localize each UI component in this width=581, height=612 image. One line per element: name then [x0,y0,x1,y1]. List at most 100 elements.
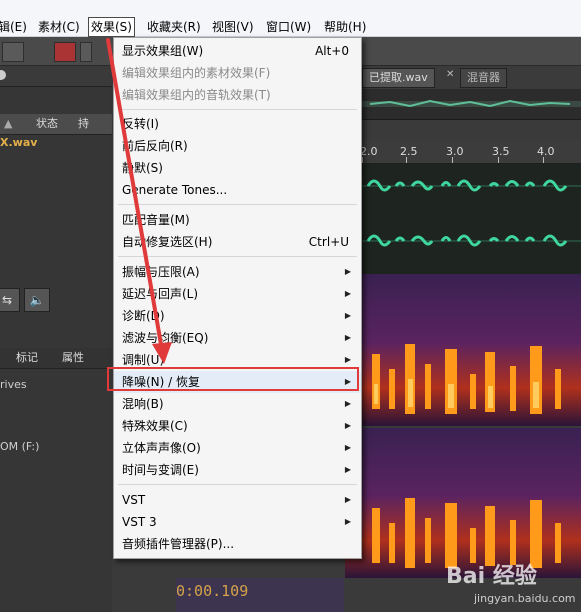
submenu-arrow-icon: ▶ [344,443,351,452]
file-item[interactable]: X.wav [0,136,37,149]
menu-item-auto-heal[interactable]: 自动修复选区(H) Ctrl+U [114,231,361,253]
submenu-arrow-icon: ▶ [344,517,351,526]
insert-icon[interactable]: ⇆ [0,288,20,312]
menu-item-label: 反转(I) [122,117,159,131]
menu-item-label: 振幅与压限(A) [122,265,200,279]
waveform-right-svg [360,234,581,247]
editor-tabbar: 已提取.wav ✕ 混音器 [360,66,581,88]
spectral-view-right[interactable] [345,428,581,578]
speaker-icon[interactable]: 🔈 [24,288,50,312]
menu-item-edit-clip-effects: 编辑效果组内的素材效果(F) [114,62,361,84]
menu-window[interactable]: 窗口(W) [266,18,311,36]
menu-item-label: Generate Tones... [122,183,228,197]
menu-item-label: 自动修复选区(H) [122,235,213,249]
menu-item-reverse[interactable]: 前后反向(R) [114,135,361,157]
ruler-label: 3.0 [446,145,464,158]
menu-item-diagnostics[interactable]: 诊断(D) ▶ [114,305,361,327]
menu-item-silence[interactable]: 静默(S) [114,157,361,179]
ruler-label: 2.5 [400,145,418,158]
menu-edit[interactable]: 辑(E) [0,18,27,36]
menu-help[interactable]: 帮助(H) [324,18,366,36]
overview-wave [360,99,581,108]
submenu-arrow-icon: ▶ [344,289,351,298]
menu-item-invert[interactable]: 反转(I) [114,113,361,135]
toolbar-button[interactable] [80,42,92,62]
baidu-watermark-url: jingyan.baidu.com [474,592,576,605]
tab-extracted-wav[interactable]: 已提取.wav [362,68,435,88]
menu-item-show-effects-rack[interactable]: 显示效果组(W) Alt+0 [114,40,361,62]
menu-item-stereo-imagery[interactable]: 立体声声像(O) ▶ [114,437,361,459]
menu-item-reverb[interactable]: 混响(B) ▶ [114,393,361,415]
waveform-left-svg [360,179,581,192]
menu-item-label: VST [122,493,146,507]
menubar: 辑(E) 素材(C) 效果(S) 收藏夹(R) 视图(V) 窗口(W) 帮助(H… [0,0,581,37]
menu-item-generate-tones[interactable]: Generate Tones... [114,179,361,201]
files-panel-top [0,66,112,87]
menu-favorites[interactable]: 收藏夹(R) [147,18,201,36]
panel-tabs: 标记 属性 [0,348,112,369]
menu-item-label: 音频插件管理器(P)... [122,537,235,551]
sort-icon[interactable]: ▲ [4,114,12,134]
waveform-left[interactable] [360,164,581,219]
menu-item-filter-eq[interactable]: 滤波与均衡(EQ) ▶ [114,327,361,349]
waveform-right[interactable] [360,219,581,274]
menu-item-special[interactable]: 特殊效果(C) ▶ [114,415,361,437]
menu-item-delay-echo[interactable]: 延迟与回声(L) ▶ [114,283,361,305]
menu-item-edit-track-effects: 编辑效果组内的音轨效果(T) [114,84,361,106]
toolbar-button[interactable] [2,42,24,62]
menu-clip[interactable]: 素材(C) [38,18,80,36]
drives-label[interactable]: rives [0,378,27,391]
menu-item-label: 静默(S) [122,161,163,175]
files-panel: ▲ 状态 持 X.wav ⇆ 🔈 标记 属性 rives OM (F:) [0,66,112,612]
overview-bar[interactable] [360,89,581,120]
menu-item-shortcut: Alt+0 [315,44,349,58]
menu-item-label: 时间与变调(E) [122,463,199,477]
menu-item-plugin-manager[interactable]: 音频插件管理器(P)... [114,533,361,555]
ruler-tick [362,157,363,163]
spectral-view-left[interactable] [345,274,581,426]
tab-mixer[interactable]: 混音器 [460,68,507,88]
submenu-arrow-icon: ▶ [344,465,351,474]
menu-item-time-pitch[interactable]: 时间与变调(E) ▶ [114,459,361,481]
ruler-tick [543,157,544,163]
effects-menu: 显示效果组(W) Alt+0 编辑效果组内的素材效果(F) 编辑效果组内的音轨效… [113,37,362,559]
menu-item-amplitude[interactable]: 振幅与压限(A) ▶ [114,261,361,283]
ruler-label: 4.0 [537,145,555,158]
menu-item-label: 编辑效果组内的音轨效果(T) [122,88,271,102]
annotation-highlight-box [107,367,359,391]
menu-item-label: VST 3 [122,515,157,529]
rom-drive-label[interactable]: OM (F:) [0,440,39,453]
submenu-arrow-icon: ▶ [344,267,351,276]
time-ruler[interactable]: 2.0 2.5 3.0 3.5 4.0 [360,141,581,164]
ruler-label: 3.5 [492,145,510,158]
menu-item-match-volume[interactable]: 匹配音量(M) [114,209,361,231]
menu-item-label: 混响(B) [122,397,164,411]
submenu-arrow-icon: ▶ [344,421,351,430]
spectrogram-left [345,274,581,426]
col-extra[interactable]: 持 [78,114,89,134]
menu-separator [118,484,357,485]
radio-icon[interactable] [0,70,6,80]
menu-view[interactable]: 视图(V) [212,18,254,36]
menu-item-label: 特殊效果(C) [122,419,188,433]
submenu-arrow-icon: ▶ [344,495,351,504]
menu-effects[interactable]: 效果(S) [88,17,135,37]
menu-item-vst[interactable]: VST ▶ [114,489,361,511]
spectrogram-right [345,428,581,578]
tab-markers[interactable]: 标记 [16,348,38,368]
files-panel-header: ▲ 状态 持 [0,114,112,135]
menu-item-label: 滤波与均衡(EQ) [122,331,209,345]
menu-item-label: 诊断(D) [122,309,165,323]
menu-item-label: 编辑效果组内的素材效果(F) [122,66,271,80]
menu-item-label: 显示效果组(W) [122,44,204,58]
submenu-arrow-icon: ▶ [344,399,351,408]
close-icon[interactable]: ✕ [446,69,454,80]
menu-item-vst3[interactable]: VST 3 ▶ [114,511,361,533]
tab-properties[interactable]: 属性 [62,348,84,368]
record-icon[interactable] [54,42,76,62]
baidu-watermark: Bai 经验 [446,564,537,589]
col-status[interactable]: 状态 [36,114,58,134]
menu-item-label: 前后反向(R) [122,139,188,153]
ruler-tick [406,157,407,163]
menu-item-label: 立体声声像(O) [122,441,201,455]
